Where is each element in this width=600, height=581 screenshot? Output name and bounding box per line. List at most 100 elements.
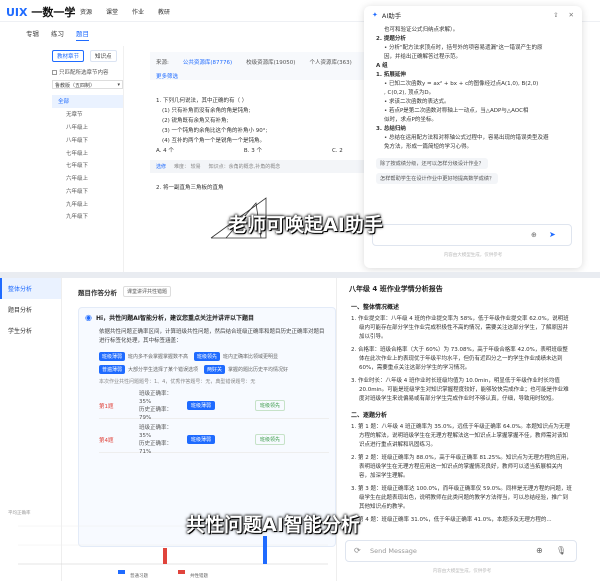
only-matching-label: 只匹配所选章节内容 [59, 70, 109, 76]
tree-item[interactable]: 九年级上 [52, 197, 123, 210]
chip-tag: 普遍薄弱 [99, 365, 126, 374]
top-nav: 资源 课堂 作业 教研 [80, 7, 170, 16]
label-chip: 普遍薄弱 大部分学生选择了某个错误选项 [99, 365, 198, 374]
tree-item[interactable]: 八年级上 [52, 121, 123, 134]
tree-item[interactable]: 六年级上 [52, 172, 123, 185]
chapter-tree: 全部 无章节 八年级上 八年级下 七年级上 七年级下 六年级上 六年级下 九年级… [52, 95, 123, 223]
top-screenshot-panel: UIX 一数一学 资源 课堂 作业 教研 专辑 练习 题目 教材章节 知识点 只… [0, 0, 600, 272]
difficulty-label: 难度： 较易 [174, 164, 201, 170]
ai-line: 似时，求点P的坐标。 [384, 117, 437, 123]
chip-desc: 班内正确率比领域更明显 [223, 354, 279, 360]
rate-stack: 班级正确率：35% 历史正确率：71% [139, 424, 179, 456]
suggestion-chip[interactable]: 除了按成绩分级，还可以怎样分级设计作业？ [376, 158, 488, 169]
lead-badge: 班级领先 [255, 400, 286, 411]
report-message-input[interactable]: ⟳ Send Message ⊕ 🎙 [345, 540, 577, 562]
ai-line: 也可和验证公式归纳点求解）。 [384, 27, 459, 33]
tree-item-all[interactable]: 全部 [52, 95, 123, 108]
chip-tag: 班级领先 [194, 352, 221, 361]
only-matching-checkbox[interactable]: 只匹配所选章节内容 [52, 68, 123, 76]
report-paragraph: 1. 第 1 题：八年级 4 班正确率为 35.0%，远低于年级正确率 64.0… [351, 424, 570, 448]
robot-icon: ◉ [85, 313, 92, 322]
weak-badge: 班级薄弱 [187, 401, 216, 410]
class-rate: 班级正确率：35% [139, 390, 173, 405]
chip-desc: 掌握的题比历史平均情况好 [228, 367, 289, 373]
share-icon[interactable]: ⇪ [553, 11, 558, 19]
close-icon[interactable]: ✕ [569, 11, 574, 19]
source-filter-row: 来源: 公共资源库(87776) 校级资源库(19050) 个人资源库(363) [150, 52, 385, 68]
ai-analysis-intro: 依据共性问题正确率区间，计算班级共性问题，然后结合班级正确率和题目历史正确率对题… [99, 329, 325, 344]
tree-item[interactable]: 七年级上 [52, 146, 123, 159]
common-errors-pill[interactable]: 课堂讲评共性错题 [123, 286, 172, 297]
caption-top: 老师可唤起AI助手 [228, 214, 383, 236]
content-tabs: 专辑 练习 题目 [26, 28, 89, 41]
bar-normal[interactable] [263, 536, 267, 564]
ai-analysis-header: ◉ Hi，共性问题AI智能分析，建议您重点关注并讲评以下题目 [85, 313, 329, 322]
lead-badge: 班级领先 [255, 434, 286, 445]
edition-select[interactable]: 鲁教版（五四制） ▾ [52, 80, 123, 89]
source-label: 来源: [156, 60, 169, 66]
ai-line: 2. 提题分析 [376, 36, 406, 42]
question-card[interactable]: 1. 下列几何说法，其中正确的有（ ） (1) 只有补角而没有余角的角是钝角; … [150, 96, 385, 156]
question-options: A. 4 个 B. 3 个 C. 2 [156, 146, 379, 156]
knowledge-point-label: 知识点：余角的概念,补角的概念 [208, 164, 281, 170]
add-icon[interactable]: ⊕ [531, 231, 537, 239]
question-meta: 选修 难度： 较易 知识点：余角的概念,补角的概念 [150, 160, 385, 173]
report-paragraph: 3. 作业时长：八年级 4 班作业时长班级均值为 10.0min，明显低于年级作… [351, 378, 569, 402]
tab-practice[interactable]: 练习 [51, 28, 64, 41]
logo-mark: UIX [6, 6, 28, 19]
nav-research[interactable]: 教研 [158, 7, 170, 16]
refresh-icon[interactable]: ⟳ [354, 546, 361, 555]
ai-line: • 分析"配方法求顶点时，括号外的项容易遗漏"这一错误产生的原 [384, 45, 543, 51]
question-item: (3) 一个钝角的余角比这个角的补角小 90°; [162, 128, 268, 134]
nav-homework[interactable]: 作业 [132, 7, 144, 16]
chip-desc: 大部分学生选择了某个错误选项 [128, 367, 199, 373]
filter-subtabs: 教材章节 知识点 [52, 50, 123, 62]
sidebar-item-overall[interactable]: 整体分析 [0, 278, 61, 299]
tree-item[interactable]: 七年级下 [52, 159, 123, 172]
tab-questions[interactable]: 题目 [76, 28, 89, 41]
tab-album[interactable]: 专辑 [26, 28, 39, 41]
ai-line: • 总结在运用配方法和对称轴公式过程中，容易出现的错误类型及避 [384, 135, 549, 141]
bar-common-error[interactable] [163, 548, 167, 564]
source-public[interactable]: 公共资源库(87776) [183, 58, 232, 68]
table-row[interactable]: 第1题 班级正确率：35% 历史正确率：79% 班级薄弱 班级领先 [99, 390, 329, 421]
report-paragraph: 2. 第 2 题：班级正确率为 88.0%，高于年级正确率 81.25%。知识点… [351, 455, 572, 479]
ai-line: • 已知二次函数y = ax² + bx + c的图像经过点A(1,0), B(… [384, 81, 539, 87]
chip-tag: 班级薄弱 [99, 352, 126, 361]
suggestion-chip[interactable]: 怎样帮助学生在设计作业中更好地提高数学成绩？ [376, 173, 499, 184]
history-rate: 历史正确率：71% [139, 440, 173, 455]
tree-item[interactable]: 无章节 [52, 108, 123, 121]
microphone-icon[interactable]: 🎙 [556, 546, 566, 555]
common-questions-summary: 本次作业共性问题题号：1、4，优秀作答题号：无，典型错误题号：无 [99, 379, 256, 385]
legend-swatch-normal [118, 570, 125, 574]
sidebar-item-question[interactable]: 题目分析 [0, 299, 61, 320]
report-paragraph: 4. 第 4 题：班级正确率 31.0%，低于年级正确率 41.0%，本题涉及无… [351, 517, 552, 523]
label-chips: 班级薄弱 班内多不会掌握掌握数不高 班级领先 班内正确率比领域更明显 普遍薄弱 大部分… [85, 352, 329, 374]
question-item: (1) 只有补角而没有余角的角是钝角; [162, 108, 251, 114]
sidebar-item-student[interactable]: 学生分析 [0, 320, 61, 341]
tree-item[interactable]: 九年级下 [52, 210, 123, 223]
add-icon[interactable]: ⊕ [536, 546, 543, 555]
nav-resources[interactable]: 资源 [80, 7, 92, 16]
question-stem: 2. 将一副直角三角板的直角 [156, 185, 224, 191]
ai-analysis-heading: Hi，共性问题AI智能分析，建议您重点关注并讲评以下题目 [95, 315, 254, 322]
ai-line: • 求该二次函数的表达式。 [384, 99, 450, 105]
app-logo[interactable]: UIX 一数一学 [6, 4, 75, 20]
tree-item[interactable]: 六年级下 [52, 184, 123, 197]
legend-common: 共性错题 [190, 574, 208, 579]
nav-classroom[interactable]: 课堂 [106, 7, 118, 16]
table-row[interactable]: 第4题 班级正确率：35% 历史正确率：71% 班级薄弱 班级领先 [99, 424, 329, 456]
source-school[interactable]: 校级资源库(19050) [246, 58, 295, 68]
tree-item[interactable]: 八年级下 [52, 133, 123, 146]
send-icon[interactable]: ➤ [549, 230, 556, 239]
subtab-textbook-chapter[interactable]: 教材章节 [52, 50, 85, 62]
ai-line: 1. 拓展延伸 [376, 72, 406, 78]
subtab-knowledge-point[interactable]: 知识点 [90, 50, 117, 62]
logo-text: 一数一学 [31, 6, 76, 19]
ai-message-input[interactable]: ⊕ ➤ [372, 224, 572, 246]
more-filters-link[interactable]: 更多筛选 [150, 68, 385, 80]
report-section-heading: 一、整体情况概述 [351, 304, 400, 311]
checkbox-box[interactable] [52, 69, 57, 75]
bottom-screenshot-panel: 整体分析 题目分析 学生分析 题目作答分析 课堂讲评共性错题 ◉ Hi，共性问题… [0, 278, 600, 581]
source-personal[interactable]: 个人资源库(363) [309, 58, 351, 68]
